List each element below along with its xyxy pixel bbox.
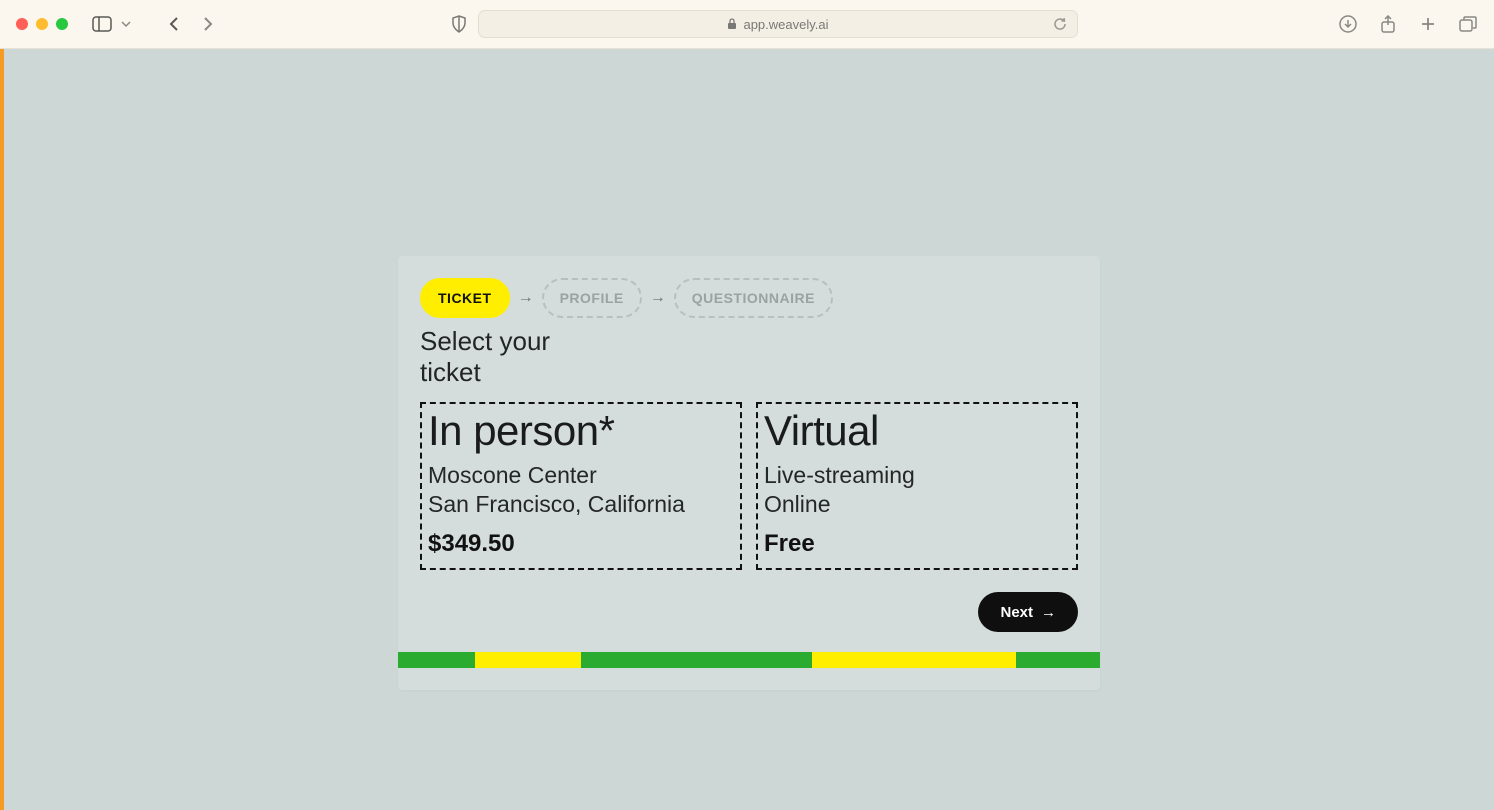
- ticket-description: Live-streaming Online: [764, 461, 1070, 521]
- ticket-title: Virtual: [764, 408, 1070, 454]
- downloads-icon[interactable]: [1338, 14, 1358, 34]
- window-controls: [16, 18, 68, 30]
- maximize-window-button[interactable]: [56, 18, 68, 30]
- stepper: TICKET → PROFILE → QUESTIONNAIRE: [420, 278, 1078, 318]
- step-label: QUESTIONNAIRE: [692, 290, 815, 306]
- page-body: TICKET → PROFILE → QUESTIONNAIRE Select …: [0, 49, 1494, 810]
- browser-chrome: app.weavely.ai: [0, 0, 1494, 49]
- arrow-right-icon: →: [650, 289, 666, 307]
- step-label: PROFILE: [560, 290, 624, 306]
- chevron-down-icon[interactable]: [116, 14, 136, 34]
- arrow-right-icon: →: [1041, 604, 1056, 621]
- privacy-shield-icon[interactable]: [451, 15, 467, 33]
- progress-segment: [398, 652, 475, 668]
- progress-segment: [812, 652, 1016, 668]
- progress-bar: [398, 652, 1100, 668]
- new-tab-icon[interactable]: [1418, 14, 1438, 34]
- progress-segment: [581, 652, 813, 668]
- step-ticket[interactable]: TICKET: [420, 278, 510, 318]
- address-bar-host: app.weavely.ai: [743, 17, 828, 32]
- progress-segment: [1016, 652, 1100, 668]
- ticket-title: In person*: [428, 408, 734, 454]
- next-button[interactable]: Next →: [978, 592, 1078, 632]
- forward-button[interactable]: [198, 14, 218, 34]
- step-profile[interactable]: PROFILE: [542, 278, 642, 318]
- reload-icon[interactable]: [1053, 17, 1067, 31]
- left-accent-bar: [0, 49, 4, 810]
- ticket-options: In person* Moscone Center San Francisco,…: [420, 402, 1078, 570]
- ticket-description: Moscone Center San Francisco, California: [428, 461, 734, 521]
- next-button-label: Next: [1000, 604, 1033, 621]
- back-button[interactable]: [164, 14, 184, 34]
- form-card: TICKET → PROFILE → QUESTIONNAIRE Select …: [398, 256, 1100, 690]
- ticket-option-in-person[interactable]: In person* Moscone Center San Francisco,…: [420, 402, 742, 570]
- tab-overview-icon[interactable]: [1458, 14, 1478, 34]
- step-questionnaire[interactable]: QUESTIONNAIRE: [674, 278, 833, 318]
- ticket-option-virtual[interactable]: Virtual Live-streaming Online Free: [756, 402, 1078, 570]
- ticket-price: Free: [764, 530, 1070, 558]
- ticket-price: $349.50: [428, 530, 734, 558]
- sidebar-toggle-icon[interactable]: [92, 14, 112, 34]
- lock-icon: [727, 18, 737, 30]
- address-bar[interactable]: app.weavely.ai: [478, 10, 1078, 38]
- progress-segment: [475, 652, 580, 668]
- arrow-right-icon: →: [518, 289, 534, 307]
- close-window-button[interactable]: [16, 18, 28, 30]
- minimize-window-button[interactable]: [36, 18, 48, 30]
- share-icon[interactable]: [1378, 14, 1398, 34]
- step-label: TICKET: [438, 290, 492, 306]
- section-title: Select your ticket: [420, 326, 580, 388]
